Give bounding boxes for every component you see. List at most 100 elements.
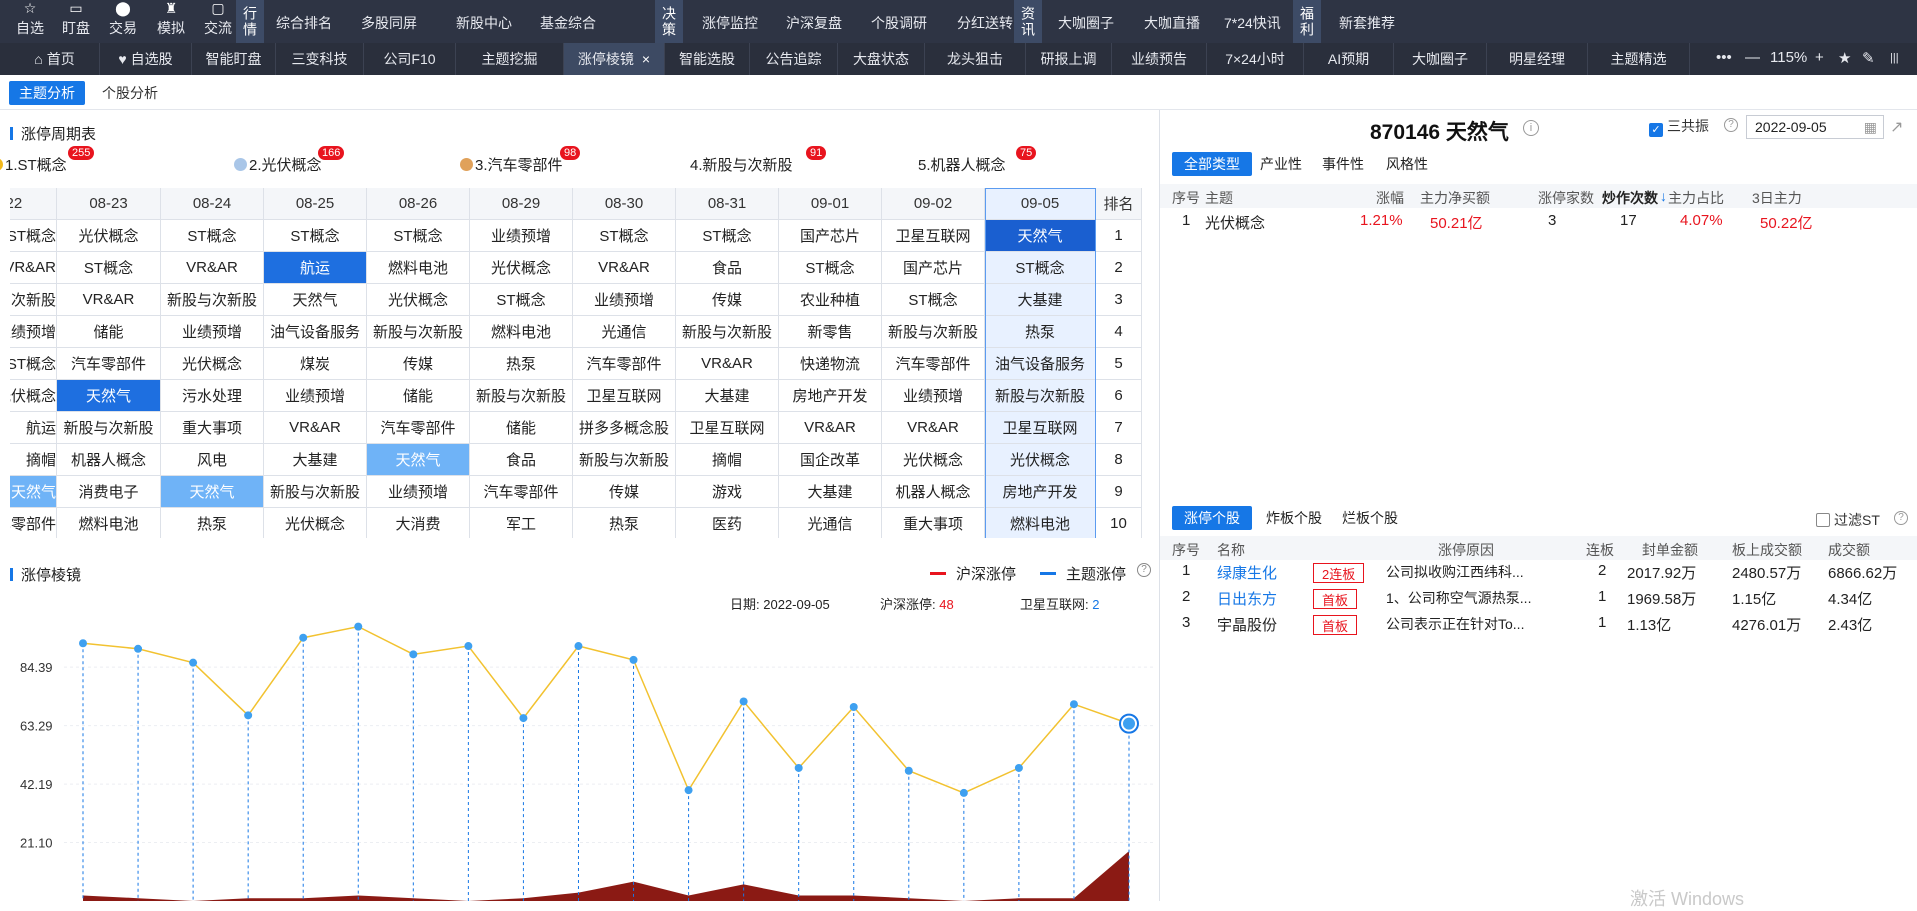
cycle-cell[interactable]: 卫星互联网 [985, 412, 1096, 444]
data-point[interactable] [574, 642, 583, 651]
top-theme-1[interactable]: 1.ST概念 255 [0, 146, 95, 175]
tab-0[interactable]: ⌂ 首页 [10, 43, 100, 75]
topbar-link[interactable]: 大咖直播 [1144, 13, 1200, 33]
tab-11[interactable]: 研报上调 [1026, 43, 1112, 75]
cycle-cell[interactable]: 大基建 [676, 380, 779, 412]
stock-tab-1[interactable]: 炸板个股 [1254, 506, 1334, 530]
cycle-cell[interactable]: 燃料电池 [470, 316, 573, 348]
tab-10[interactable]: 龙头狙击 [925, 43, 1026, 75]
cycle-cell[interactable]: 光伏概念 [882, 444, 985, 476]
topbar-link[interactable]: 大咖圈子 [1058, 13, 1114, 33]
data-point[interactable] [519, 714, 528, 723]
tab-8[interactable]: 公告追踪 [750, 43, 838, 75]
cycle-cell[interactable]: 大基建 [779, 476, 882, 508]
topbar-section-3[interactable]: 福利 [1293, 0, 1321, 43]
topbar-link[interactable]: 沪深复盘 [786, 13, 842, 33]
cycle-cell[interactable]: VR&AR [10, 252, 57, 284]
calendar-icon[interactable]: ▦ [1864, 119, 1877, 136]
cycle-cell[interactable]: 大基建 [264, 444, 367, 476]
data-point[interactable] [739, 697, 748, 706]
cycle-cell[interactable]: 光伏概念 [985, 444, 1096, 476]
topbar-link[interactable]: 个股调研 [871, 13, 927, 33]
sangongzhen-checkbox[interactable]: ✓ 三共振 [1649, 116, 1709, 137]
type-tab-2[interactable]: 事件性 [1310, 152, 1376, 176]
info-icon[interactable]: i [1523, 120, 1539, 136]
stock-name[interactable]: 绿康生化 [1217, 562, 1277, 583]
cycle-cell[interactable]: 汽车零部件 [573, 348, 676, 380]
stock-name[interactable]: 宇晶股份 [1217, 614, 1277, 635]
cycle-cell[interactable]: 光伏概念 [10, 380, 57, 412]
tab-2[interactable]: 智能盯盘 [192, 43, 276, 75]
theme-header[interactable]: 涨幅 [1376, 188, 1404, 208]
cycle-cell[interactable]: 业绩预增 [882, 380, 985, 412]
cycle-cell[interactable]: 传媒 [367, 348, 470, 380]
stock-tab-0[interactable]: 涨停个股 [1172, 506, 1252, 530]
cycle-cell[interactable]: 机器人概念 [57, 444, 161, 476]
cycle-cell[interactable]: 新股与次新股 [264, 476, 367, 508]
cycle-cell[interactable]: 农业种植 [779, 284, 882, 316]
cycle-cell[interactable]: 业绩预增 [264, 380, 367, 412]
data-point[interactable] [464, 642, 473, 651]
cycle-cell[interactable]: 新股与次新股 [10, 284, 57, 316]
cycle-cell[interactable]: 汽车零部件 [10, 508, 57, 538]
cycle-cell[interactable]: 新股与次新股 [57, 412, 161, 444]
more-icon[interactable]: ••• [1716, 49, 1732, 66]
tab-6[interactable]: 涨停棱镜 × [564, 43, 665, 75]
topbar-item-2[interactable]: ⬤ 交易 [103, 0, 143, 43]
cycle-cell[interactable]: VR&AR [264, 412, 367, 444]
cycle-cell[interactable]: 汽车零部件 [882, 348, 985, 380]
cycle-cell[interactable]: ST概念 [10, 348, 57, 380]
data-point[interactable] [629, 655, 638, 664]
cycle-cell[interactable]: ST概念 [985, 252, 1096, 284]
cycle-cell[interactable]: 新股与次新股 [161, 284, 264, 316]
cycle-cell[interactable]: 光伏概念 [57, 220, 161, 252]
export-icon[interactable]: ↗ [1890, 117, 1903, 137]
cycle-cell[interactable]: 业绩预增 [367, 476, 470, 508]
cycle-cell[interactable]: 食品 [470, 444, 573, 476]
tab-1[interactable]: ♥ 自选股 [100, 43, 192, 75]
zoom-out-icon[interactable]: — [1745, 49, 1760, 66]
cycle-cell[interactable]: 房地产开发 [985, 476, 1096, 508]
cycle-cell[interactable]: 国产芯片 [882, 252, 985, 284]
cycle-cell[interactable]: 汽车零部件 [367, 412, 470, 444]
theme-header[interactable]: 3日主力 [1752, 188, 1802, 208]
stock-header[interactable]: 连板 [1586, 540, 1614, 560]
data-point[interactable] [244, 711, 253, 720]
cycle-cell[interactable]: 天然气 [264, 284, 367, 316]
stock-header[interactable]: 成交额 [1828, 540, 1870, 560]
cycle-cell[interactable]: 业绩预增 [470, 220, 573, 252]
cycle-cell[interactable]: 天然气 [367, 444, 470, 476]
top-theme-3[interactable]: 3.汽车零部件 98 [460, 146, 581, 175]
cycle-cell[interactable]: VR&AR [573, 252, 676, 284]
cycle-cell[interactable]: ST概念 [367, 220, 470, 252]
cycle-cell[interactable]: 军工 [470, 508, 573, 538]
top-theme-4[interactable]: 4.新股与次新股 91 [690, 146, 827, 175]
data-point[interactable] [959, 788, 968, 797]
theme-header[interactable]: 涨停家数 [1538, 188, 1594, 208]
cycle-cell[interactable]: 光伏概念 [470, 252, 573, 284]
data-point[interactable] [79, 639, 87, 648]
cycle-cell[interactable]: 卫星互联网 [882, 220, 985, 252]
theme-header[interactable]: 主力占比 [1668, 188, 1724, 208]
cycle-cell[interactable]: 燃料电池 [57, 508, 161, 538]
cycle-cell[interactable]: 国企改革 [779, 444, 882, 476]
cycle-cell[interactable]: 摘帽 [10, 444, 57, 476]
cycle-cell[interactable]: VR&AR [676, 348, 779, 380]
tab-12[interactable]: 业绩预告 [1112, 43, 1207, 75]
top-theme-5[interactable]: 5.机器人概念 75 [918, 146, 1037, 175]
cycle-cell[interactable]: 卫星互联网 [573, 380, 676, 412]
topbar-link[interactable]: 涨停监控 [702, 13, 758, 33]
cycle-cell[interactable]: ST概念 [264, 220, 367, 252]
cycle-cell[interactable]: VR&AR [57, 284, 161, 316]
cycle-cell[interactable]: ST概念 [470, 284, 573, 316]
top-theme-2[interactable]: 2.光伏概念 166 [234, 146, 345, 175]
cycle-cell[interactable]: 光伏概念 [367, 284, 470, 316]
topbar-link[interactable]: 7*24快讯 [1224, 13, 1281, 33]
cycle-cell[interactable]: 大基建 [985, 284, 1096, 316]
cycle-cell[interactable]: 新股与次新股 [985, 380, 1096, 412]
cycle-cell[interactable]: 游戏 [676, 476, 779, 508]
data-point[interactable] [299, 633, 308, 642]
cycle-cell[interactable]: 医药 [676, 508, 779, 538]
cycle-cell[interactable]: 热泵 [573, 508, 676, 538]
theme-header[interactable]: 主力净买额 [1420, 188, 1490, 208]
